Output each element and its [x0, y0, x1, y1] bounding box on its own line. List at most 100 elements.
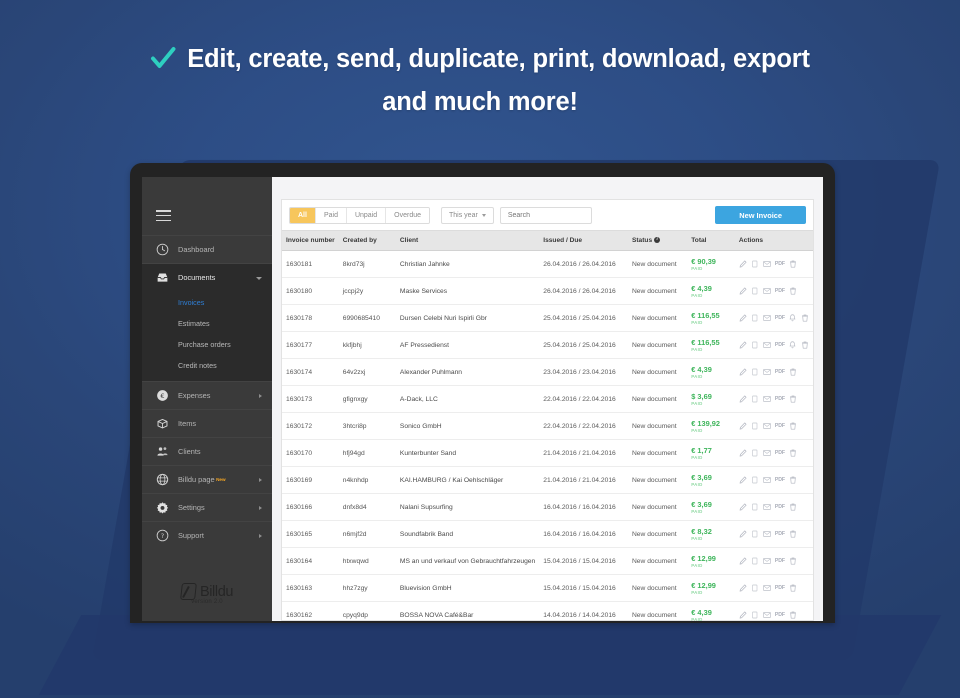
pdf-icon[interactable]: PDF [775, 342, 785, 348]
table-row[interactable]: 1630170 hfj94gd Kunterbunter Sand 21.04.201… [282, 439, 813, 467]
sidebar-item-clients[interactable]: Clients [142, 437, 272, 465]
pdf-icon[interactable]: PDF [775, 369, 785, 375]
column-status[interactable]: Status [627, 230, 688, 251]
trash-icon[interactable] [789, 422, 797, 430]
table-row[interactable]: 1630164 htxwqwd MS an und verkauf von Gebr… [282, 547, 813, 575]
envelope-icon[interactable] [763, 503, 771, 511]
filter-tab-unpaid[interactable]: Unpaid [346, 207, 387, 223]
column-total[interactable]: Total [687, 230, 735, 251]
sidebar-item-expenses[interactable]: € Expenses [142, 381, 272, 409]
pdf-icon[interactable]: PDF [775, 558, 785, 564]
envelope-icon[interactable] [763, 476, 771, 484]
copy-icon[interactable] [751, 584, 759, 592]
trash-icon[interactable] [789, 584, 797, 592]
pdf-icon[interactable]: PDF [775, 396, 785, 402]
envelope-icon[interactable] [763, 395, 771, 403]
column-invoice-number[interactable]: Invoice number [282, 230, 339, 251]
table-row[interactable]: 1630181 8krd73j Christian Jahnke 26.04.2016… [282, 250, 813, 278]
filter-tab-paid[interactable]: Paid [315, 207, 347, 223]
trash-icon[interactable] [801, 341, 809, 349]
pdf-icon[interactable]: PDF [775, 261, 785, 267]
hamburger-icon[interactable] [142, 199, 272, 235]
pencil-icon[interactable] [739, 476, 747, 484]
pdf-icon[interactable]: PDF [775, 477, 785, 483]
envelope-icon[interactable] [763, 341, 771, 349]
sidebar-item-documents[interactable]: Documents [142, 263, 272, 292]
info-icon[interactable] [654, 236, 661, 243]
trash-icon[interactable] [789, 368, 797, 376]
sidebar-subitem-credit-notes[interactable]: Credit notes [142, 355, 272, 376]
envelope-icon[interactable] [763, 260, 771, 268]
trash-icon[interactable] [789, 260, 797, 268]
pencil-icon[interactable] [739, 557, 747, 565]
period-dropdown[interactable]: This year [441, 206, 494, 224]
copy-icon[interactable] [751, 314, 759, 322]
pdf-icon[interactable]: PDF [775, 585, 785, 591]
pencil-icon[interactable] [739, 314, 747, 322]
trash-icon[interactable] [789, 503, 797, 511]
pencil-icon[interactable] [739, 422, 747, 430]
table-row[interactable]: 1630177 kkfjbhj AF Pressedienst 25.04.2016 … [282, 331, 813, 359]
copy-icon[interactable] [751, 341, 759, 349]
pencil-icon[interactable] [739, 503, 747, 511]
envelope-icon[interactable] [763, 557, 771, 565]
envelope-icon[interactable] [763, 449, 771, 457]
table-row[interactable]: 1630178 6990685410 Dursen Celebi Nuri Ispi… [282, 304, 813, 332]
pencil-icon[interactable] [739, 368, 747, 376]
pencil-icon[interactable] [739, 341, 747, 349]
pdf-icon[interactable]: PDF [775, 288, 785, 294]
copy-icon[interactable] [751, 368, 759, 376]
trash-icon[interactable] [789, 287, 797, 295]
pencil-icon[interactable] [739, 287, 747, 295]
filter-tab-all[interactable]: All [290, 207, 316, 223]
column-created-by[interactable]: Created by [338, 230, 396, 251]
bell-icon[interactable] [789, 341, 797, 349]
table-row[interactable]: 1630166 dnfx8d4 Nalani Supsurfing 16.04.201… [282, 493, 813, 521]
envelope-icon[interactable] [763, 584, 771, 592]
sidebar-item-dashboard[interactable]: Dashboard [142, 235, 272, 263]
table-row[interactable]: 1630174 64v2zxj Alexander Puhlmann 23.04.20… [282, 358, 813, 386]
copy-icon[interactable] [751, 503, 759, 511]
copy-icon[interactable] [751, 260, 759, 268]
pdf-icon[interactable]: PDF [775, 423, 785, 429]
table-row[interactable]: 1630172 3htcri8p Sonico GmbH 22.04.2016 / 2… [282, 412, 813, 440]
copy-icon[interactable] [751, 449, 759, 457]
trash-icon[interactable] [789, 611, 797, 619]
pdf-icon[interactable]: PDF [775, 531, 785, 537]
pencil-icon[interactable] [739, 611, 747, 619]
sidebar-subitem-purchase-orders[interactable]: Purchase orders [142, 334, 272, 355]
pdf-icon[interactable]: PDF [775, 315, 785, 321]
table-row[interactable]: 1630165 n6mjf2d Soundfabrik Band 16.04.2016… [282, 520, 813, 548]
sidebar-subitem-estimates[interactable]: Estimates [142, 313, 272, 334]
copy-icon[interactable] [751, 530, 759, 538]
envelope-icon[interactable] [763, 611, 771, 619]
column-issued-due[interactable]: Issued / Due [539, 230, 628, 251]
trash-icon[interactable] [789, 557, 797, 565]
search-input[interactable] [499, 206, 592, 224]
sidebar-item-support[interactable]: ? Support [142, 521, 272, 549]
pdf-icon[interactable]: PDF [775, 612, 785, 618]
envelope-icon[interactable] [763, 368, 771, 376]
table-row[interactable]: 1630162 cpyq9dp BOSSA NOVA Café&Bar 14.04.2… [282, 601, 813, 621]
envelope-icon[interactable] [763, 422, 771, 430]
copy-icon[interactable] [751, 287, 759, 295]
trash-icon[interactable] [789, 395, 797, 403]
trash-icon[interactable] [801, 314, 809, 322]
pdf-icon[interactable]: PDF [775, 450, 785, 456]
bell-icon[interactable] [789, 314, 797, 322]
table-row[interactable]: 1630180 jccpj2y Maske Services 26.04.2016 /… [282, 277, 813, 305]
pencil-icon[interactable] [739, 449, 747, 457]
table-row[interactable]: 1630169 n4knhdp KAI.HAMBURG / Kai Oehlschl… [282, 466, 813, 494]
copy-icon[interactable] [751, 557, 759, 565]
trash-icon[interactable] [789, 476, 797, 484]
envelope-icon[interactable] [763, 287, 771, 295]
trash-icon[interactable] [789, 449, 797, 457]
envelope-icon[interactable] [763, 530, 771, 538]
filter-tab-overdue[interactable]: Overdue [386, 207, 430, 223]
new-invoice-button[interactable]: New Invoice [715, 206, 806, 224]
sidebar-item-items[interactable]: Items [142, 409, 272, 437]
column-client[interactable]: Client [395, 230, 540, 251]
copy-icon[interactable] [751, 611, 759, 619]
pencil-icon[interactable] [739, 260, 747, 268]
sidebar-item-billdu-page[interactable]: Billdu page New [142, 465, 272, 493]
